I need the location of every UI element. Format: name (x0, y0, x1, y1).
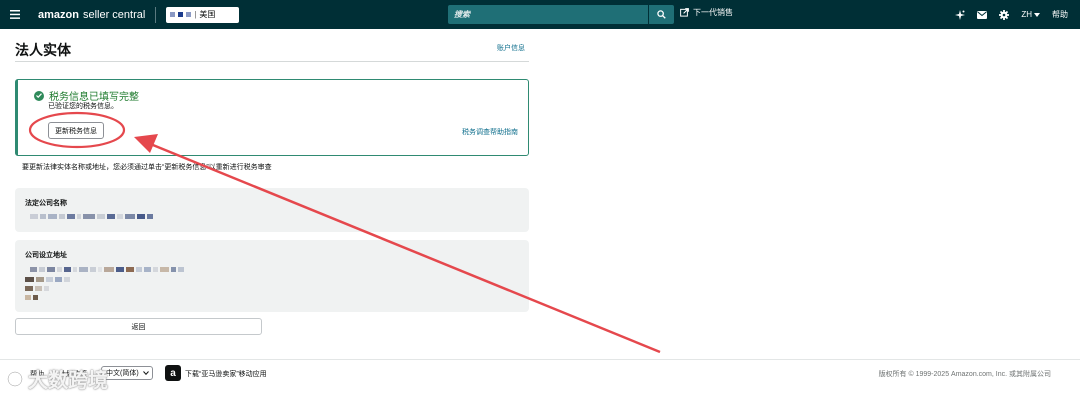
nav-divider (155, 6, 157, 23)
next-gen-selling-link[interactable]: 下一代销售 (680, 7, 733, 18)
sparkle-icon[interactable] (955, 9, 966, 20)
amazon-app-icon[interactable]: a (165, 365, 181, 381)
tax-status-subtitle: 已验证您的税务信息。 (48, 103, 118, 110)
download-app-link[interactable]: 下载“亚马逊卖家”移动应用 (185, 369, 267, 379)
title-divider (15, 61, 529, 62)
update-note: 要更新法律实体名称或地址，您必须通过单击“更新税务信息”以重新进行税务审查 (22, 164, 272, 171)
search-button[interactable] (648, 5, 674, 24)
store-separator: | (194, 10, 197, 19)
account-info-link[interactable]: 账户信息 (497, 43, 525, 53)
menu-button[interactable] (0, 0, 30, 29)
menu-icon (10, 10, 20, 19)
language-code: ZH (1021, 10, 1032, 19)
gear-icon[interactable] (999, 9, 1010, 20)
copyright-text: 版权所有 © 1999-2025 Amazon.com, Inc. 或其附属公司 (878, 371, 1051, 378)
search-icon (657, 10, 666, 19)
mail-icon[interactable] (977, 10, 988, 19)
logo-bold: amazon (38, 8, 79, 21)
search-input[interactable] (454, 10, 648, 19)
watermark-logo-icon (6, 370, 24, 387)
blurred-address-line-3 (25, 286, 49, 291)
footer-language-value: 中文(简体) (106, 370, 139, 377)
watermark-text: 大数跨境 (28, 370, 108, 392)
blurred-store-name (170, 12, 176, 17)
nav-right-tools: ZH 帮助 (955, 0, 1068, 29)
blurred-store-name (178, 12, 184, 17)
watermark: 大数跨境 (6, 364, 108, 393)
check-circle-icon (34, 90, 44, 101)
blurred-store-name (186, 12, 192, 17)
logo-light: seller central (82, 8, 146, 21)
language-menu[interactable]: ZH (1021, 10, 1040, 19)
blurred-address-line-2 (25, 277, 70, 282)
legal-name-panel: 法定公司名称 (15, 188, 529, 232)
help-link[interactable]: 帮助 (1052, 9, 1068, 20)
seller-central-logo[interactable]: amazon seller central (38, 9, 145, 21)
tax-guide-link[interactable]: 税务调查帮助指南 (462, 127, 518, 137)
footer-language-select[interactable]: 中文(简体) (101, 366, 153, 380)
legal-name-label: 法定公司名称 (25, 200, 67, 207)
search-box (448, 5, 648, 24)
update-tax-info-button[interactable]: 更新税务信息 (48, 122, 104, 139)
address-label: 公司设立地址 (25, 252, 67, 259)
blurred-address-line-4 (25, 295, 38, 300)
chevron-down-icon (1034, 12, 1040, 17)
blurred-address-line-1 (30, 267, 184, 272)
external-link-icon (680, 8, 689, 17)
footer: 帮助 计划政策 中文(简体) a 下载“亚马逊卖家”移动应用 版权所有 © 19… (0, 360, 1080, 404)
tax-status-alert: 税务信息已填写完整 已验证您的税务信息。 更新税务信息 税务调查帮助指南 (15, 79, 529, 156)
blurred-company-name (30, 214, 153, 219)
store-region: 美国 (199, 10, 216, 19)
page-title: 法人实体 (15, 42, 71, 58)
chevron-down-icon (142, 371, 149, 375)
address-panel: 公司设立地址 (15, 240, 529, 312)
next-gen-label: 下一代销售 (693, 8, 733, 17)
back-button[interactable]: 返回 (15, 318, 262, 335)
store-selector[interactable]: | 美国 (166, 6, 240, 23)
